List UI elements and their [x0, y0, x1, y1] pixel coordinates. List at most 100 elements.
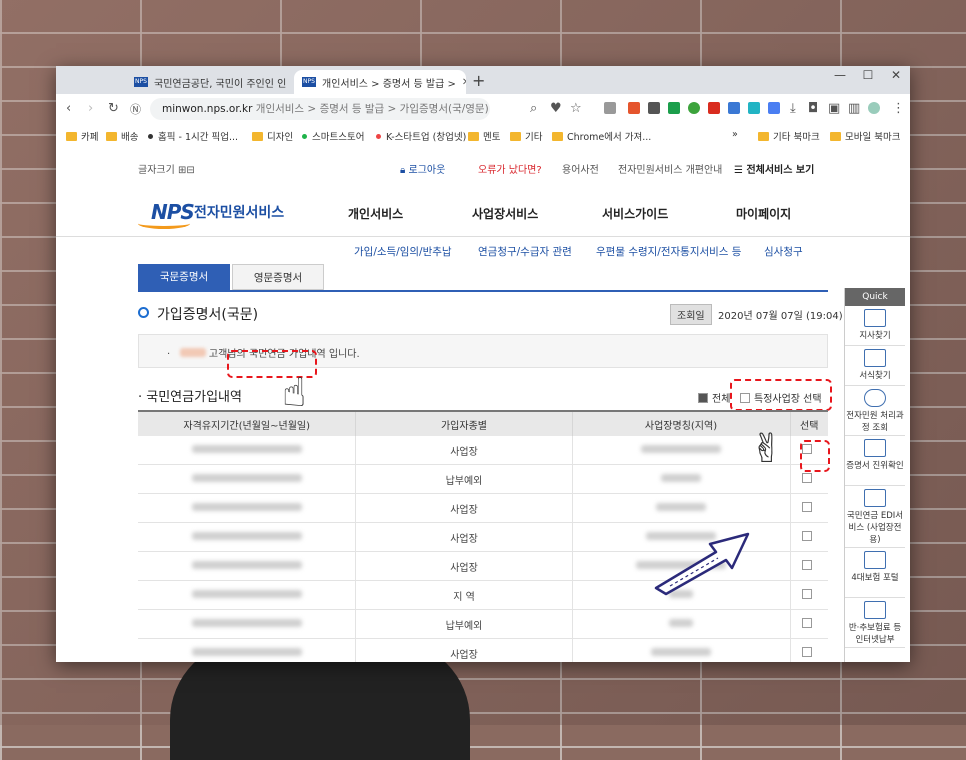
reload-icon[interactable]: ↻ [108, 101, 119, 116]
new-extension-icon[interactable] [768, 102, 780, 114]
error-link[interactable]: 오류가 났다면? [478, 161, 542, 176]
shield-icon[interactable]: ♥ [550, 101, 562, 116]
bookmark-folder[interactable]: 기타 [510, 129, 542, 143]
subnav-item[interactable]: 연금청구/수급자 관련 [478, 244, 572, 259]
font-size-control: 글자크기 ⊞⊟ [138, 165, 195, 176]
close-tab-icon[interactable]: ✕ [456, 77, 466, 88]
url-path: 개인서비스 > 증명서 등 발급 > 가입증명서(국/영문) - [255, 103, 490, 115]
masked-period [191, 444, 302, 453]
sidebar-icon[interactable]: ▥ [848, 101, 860, 116]
masked-period [191, 473, 302, 482]
browser-tab-service[interactable]: NPS 개인서비스 > 증명서 등 발급 > ✕ [294, 70, 466, 94]
forward-icon[interactable]: › [88, 101, 93, 116]
masked-workplace [661, 473, 702, 482]
all-services-link[interactable]: ☰ 전체서비스 보기 [734, 161, 814, 176]
camera-icon[interactable]: ◘ [808, 101, 818, 116]
row-checkbox[interactable] [802, 502, 813, 512]
bookmark-item[interactable]: 홈픽 - 1시간 픽업... [148, 129, 238, 143]
back-icon[interactable]: ‹ [66, 101, 71, 116]
gnb-personal[interactable]: 개인서비스 [348, 205, 403, 222]
bookmark-folder[interactable]: 기타 북마크 [758, 129, 820, 143]
close-window-icon[interactable]: ✕ [882, 68, 910, 82]
tab-english-certificate[interactable]: 영문증명서 [232, 264, 324, 290]
page-title: 가입증명서(국문) [138, 304, 258, 324]
gnb-mypage[interactable]: 마이페이지 [736, 205, 791, 222]
bookmark-folder[interactable]: 배송 [106, 129, 138, 143]
nps-logo[interactable]: NPS [151, 200, 195, 224]
computer-icon [864, 489, 886, 507]
quick-branch-finder[interactable]: 지사찾기 [845, 306, 905, 346]
extension-icon[interactable] [748, 102, 760, 114]
quick-online-payment[interactable]: 반·추보험료 등 인터넷납부 [845, 598, 905, 648]
map-icon [864, 309, 886, 327]
menu-icon[interactable]: ⋮ [892, 101, 905, 116]
minimize-icon[interactable]: — [826, 68, 854, 82]
masked-period [191, 502, 302, 511]
lock-icon: 🔒︎ [400, 165, 406, 176]
bookmark-item[interactable]: K-스타트업 (창업넷) [376, 129, 466, 143]
extension-icon[interactable] [728, 102, 740, 114]
quick-insurance-portal[interactable]: 4대보험 포털 [845, 548, 905, 598]
folder-icon [106, 132, 117, 141]
quick-menu: Quick 지사찾기 서식찾기 전자민원 처리과정 조회 증명서 진위확인 국민… [844, 288, 905, 662]
row-checkbox[interactable] [802, 589, 813, 599]
title-bullet-icon [138, 307, 149, 318]
row-checkbox[interactable] [802, 473, 813, 483]
star-icon[interactable]: ☆ [570, 101, 582, 116]
bookmarks-overflow[interactable]: » [732, 129, 738, 140]
bookmark-item[interactable]: 스마트스토어 [302, 129, 364, 143]
bookmark-folder[interactable]: 멘토 [468, 129, 500, 143]
bookmark-folder[interactable]: 디자인 [252, 129, 293, 143]
renewal-info-link[interactable]: 전자민원서비스 개편안내 [618, 161, 722, 176]
masked-period [191, 618, 302, 627]
gnb-guide[interactable]: 서비스가이드 [602, 205, 668, 222]
row-checkbox[interactable] [802, 531, 813, 541]
subnav-item[interactable]: 우편물 수령지/전자통지서비스 등 [596, 244, 741, 259]
evernote-icon[interactable] [688, 102, 700, 114]
bookmark-folder[interactable]: 모바일 북마크 [830, 129, 900, 143]
quick-form-finder[interactable]: 서식찾기 [845, 346, 905, 386]
office-icon[interactable] [708, 102, 720, 114]
select-cell [790, 522, 828, 552]
bookmark-folder[interactable]: Chrome에서 가져... [552, 129, 651, 143]
highlight-box [730, 379, 832, 411]
period-cell [138, 464, 357, 494]
bookmark-folder[interactable]: 카페 [66, 129, 98, 143]
zoom-icon[interactable]: ⌕ [530, 101, 537, 116]
close-tab-icon[interactable]: ✕ [286, 77, 292, 88]
type-cell: 사업장 [355, 436, 573, 465]
row-checkbox[interactable] [802, 618, 813, 628]
type-cell: 사업장 [355, 551, 573, 581]
maximize-icon[interactable]: ☐ [854, 68, 882, 82]
masked-workplace [641, 444, 722, 453]
option-all[interactable]: 전체 [698, 390, 730, 405]
select-cell [790, 493, 828, 523]
clipboard-icon[interactable]: ▣ [828, 101, 840, 116]
browser-tab-nps-home[interactable]: NPS 국민연금공단, 국민이 주인인 인 ✕ [126, 70, 292, 94]
quick-edi-service[interactable]: 국민연금 EDI서비스 (사업장전용) [845, 486, 905, 548]
url-field[interactable]: minwon.nps.or.kr 개인서비스 > 증명서 등 발급 > 가입증명… [150, 98, 490, 120]
logout-link[interactable]: 🔒︎ 로그아웃 [400, 161, 445, 176]
search-people-icon [864, 389, 886, 407]
info-extension-icon[interactable] [648, 102, 660, 114]
quick-process-status[interactable]: 전자민원 처리과정 조회 [845, 386, 905, 436]
subnav-item[interactable]: 심사청구 [764, 244, 803, 259]
subnav-item[interactable]: 가입/소득/임의/반추납 [354, 244, 452, 259]
site-title: 전자민원서비스 [194, 205, 285, 221]
type-cell: 납부예외 [355, 609, 573, 639]
tab-korean-certificate[interactable]: 국문증명서 [138, 264, 230, 290]
avatar[interactable] [868, 102, 880, 114]
ex-extension-icon[interactable] [628, 102, 640, 114]
mouse-extension-icon[interactable] [604, 102, 616, 114]
download-icon[interactable]: ⤓ [790, 101, 796, 116]
green-extension-icon[interactable] [668, 102, 680, 114]
glossary-link[interactable]: 용어사전 [562, 161, 599, 176]
row-checkbox[interactable] [802, 647, 813, 657]
gnb-business[interactable]: 사업장서비스 [472, 205, 538, 222]
quick-certificate-verify[interactable]: 증명서 진위확인 [845, 436, 905, 486]
checkbox-icon[interactable] [698, 393, 708, 403]
new-tab-button[interactable]: + [472, 71, 485, 90]
naver-icon[interactable]: Ⓝ [130, 101, 141, 117]
row-checkbox[interactable] [802, 560, 813, 570]
font-decrease-icon[interactable]: ⊟ [186, 165, 194, 176]
